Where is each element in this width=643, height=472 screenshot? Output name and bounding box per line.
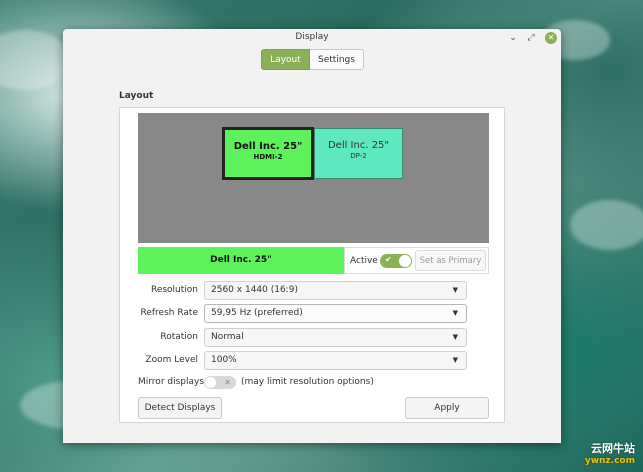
dropdown-arrow-icon: ▼	[452, 309, 458, 317]
refresh-rate-select[interactable]: 59,95 Hz (preferred) ▼	[204, 304, 467, 323]
monitor-name: Dell Inc. 25"	[233, 141, 303, 152]
detect-displays-button[interactable]: Detect Displays	[138, 397, 222, 419]
mirror-displays-toggle[interactable]: ✕	[204, 376, 236, 389]
mirror-displays-note: (may limit resolution options)	[241, 377, 374, 387]
dropdown-arrow-icon: ▼	[452, 333, 458, 341]
resolution-value: 2560 x 1440 (16:9)	[211, 285, 298, 295]
layout-panel: Dell Inc. 25" HDMI-2 Dell Inc. 25" DP-2 …	[119, 107, 505, 423]
watermark: 云网牛站 ywnz.com	[585, 440, 635, 466]
maximize-button[interactable]: ⤢	[525, 32, 537, 44]
toggle-knob	[399, 255, 411, 267]
monitor-port: DP-2	[350, 152, 367, 160]
apply-button[interactable]: Apply	[405, 397, 489, 419]
window-title: Display	[295, 32, 329, 42]
close-button[interactable]: ✕	[545, 32, 557, 44]
set-as-primary-button[interactable]: Set as Primary	[415, 250, 486, 271]
rotation-select[interactable]: Normal ▼	[204, 328, 467, 347]
active-label: Active	[350, 256, 378, 266]
monitor-name: Dell Inc. 25"	[327, 140, 390, 151]
zoom-level-select[interactable]: 100% ▼	[204, 351, 467, 370]
toggle-knob	[205, 377, 216, 388]
check-icon: ✔	[385, 255, 392, 264]
tab-switcher: Layout Settings	[261, 49, 364, 70]
monitor-hdmi-2[interactable]: Dell Inc. 25" HDMI-2	[222, 127, 314, 180]
zoom-level-value: 100%	[211, 355, 237, 365]
rotation-value: Normal	[211, 332, 244, 342]
refresh-rate-value: 59,95 Hz (preferred)	[211, 308, 303, 318]
titlebar: Display ⌄ ⤢ ✕	[63, 29, 561, 47]
mirror-displays-label: Mirror displays	[138, 377, 205, 387]
background-wave	[570, 200, 643, 250]
monitor-port: HDMI-2	[253, 153, 283, 161]
watermark-line2: ywnz.com	[584, 456, 635, 466]
watermark-line1: 云网牛站	[591, 442, 635, 455]
tab-settings[interactable]: Settings	[310, 49, 364, 70]
dropdown-arrow-icon: ▼	[452, 286, 458, 294]
monitor-dp-2[interactable]: Dell Inc. 25" DP-2	[314, 128, 403, 179]
refresh-rate-label: Refresh Rate	[140, 308, 199, 318]
display-window: Display ⌄ ⤢ ✕ Layout Settings Layout Del…	[63, 29, 561, 443]
selected-monitor-name: Dell Inc. 25"	[138, 247, 344, 274]
active-toggle[interactable]: ✔	[380, 254, 412, 268]
dropdown-arrow-icon: ▼	[452, 356, 458, 364]
monitor-options: Active ✔ Set as Primary	[344, 247, 489, 274]
monitor-arrangement-canvas[interactable]: Dell Inc. 25" HDMI-2 Dell Inc. 25" DP-2	[138, 113, 489, 243]
cross-icon: ✕	[224, 378, 231, 387]
resolution-label: Resolution	[150, 285, 198, 295]
minimize-button[interactable]: ⌄	[507, 32, 519, 44]
zoom-level-label: Zoom Level	[145, 355, 198, 365]
rotation-label: Rotation	[160, 332, 198, 342]
section-title: Layout	[119, 91, 154, 101]
resolution-select[interactable]: 2560 x 1440 (16:9) ▼	[204, 281, 467, 300]
background-wave	[0, 30, 70, 90]
tab-layout[interactable]: Layout	[261, 49, 310, 70]
